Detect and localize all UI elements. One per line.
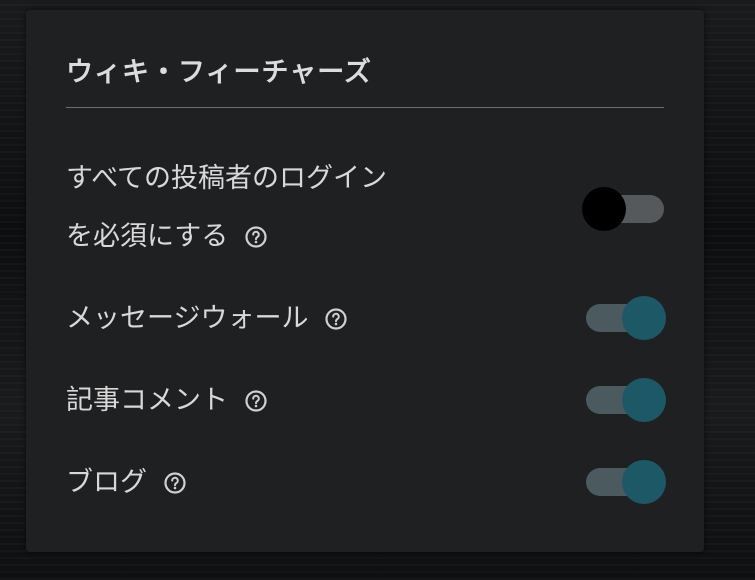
setting-label-blog: ブログ	[66, 467, 147, 498]
setting-row-require-login: すべての投稿者のログイン を必須にする	[66, 150, 664, 266]
setting-label-line2-wrap: を必須にする	[66, 208, 486, 266]
toggle-knob	[622, 460, 666, 504]
setting-label-article-comments: 記事コメント	[66, 385, 228, 416]
setting-label-message-wall: メッセージウォール	[66, 303, 309, 334]
toggle-require-login[interactable]	[582, 186, 664, 232]
title-divider	[66, 107, 664, 108]
question-circle-icon[interactable]	[244, 390, 267, 412]
setting-label-require-login: すべての投稿者のログイン を必須にする	[66, 150, 486, 266]
setting-row-article-comments: 記事コメント	[66, 372, 666, 430]
setting-label-line1: すべての投稿者のログイン	[66, 163, 388, 194]
question-circle-icon[interactable]	[245, 226, 267, 248]
question-circle-icon[interactable]	[163, 472, 186, 494]
panel-title: ウィキ・フィーチャーズ	[66, 57, 372, 88]
setting-label-blog-wrap: ブログ	[66, 454, 486, 512]
setting-label-message-wall-wrap: メッセージウォール	[66, 290, 486, 348]
setting-row-message-wall: メッセージウォール	[66, 290, 666, 348]
setting-label-line2: を必須にする	[66, 221, 229, 252]
toggle-article-comments[interactable]	[586, 377, 666, 423]
toggle-knob	[582, 187, 626, 231]
toggle-knob	[622, 296, 666, 340]
setting-row-blog: ブログ	[66, 454, 666, 512]
setting-label-article-comments-wrap: 記事コメント	[66, 372, 486, 430]
question-circle-icon[interactable]	[325, 308, 347, 330]
toggle-message-wall[interactable]	[586, 295, 666, 341]
toggle-knob	[622, 378, 666, 422]
wiki-features-panel: ウィキ・フィーチャーズ すべての投稿者のログイン を必須にする メッセージウォー…	[26, 10, 704, 552]
toggle-blog[interactable]	[586, 459, 666, 505]
